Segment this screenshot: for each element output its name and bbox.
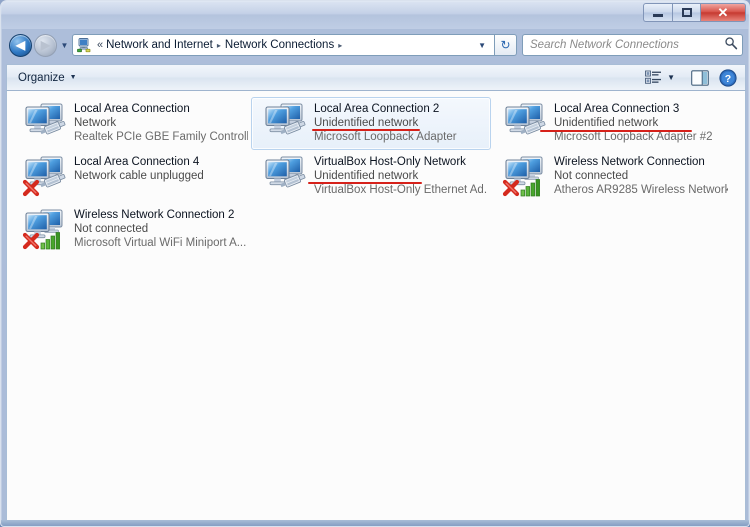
connection-name: Wireless Network Connection 2 <box>74 209 235 221</box>
back-arrow-icon: ◀ <box>15 38 26 52</box>
connection-name: Local Area Connection 3 <box>554 103 680 115</box>
network-adapter-unplugged-icon <box>22 154 70 200</box>
explorer-window: ✕ ◀ ▶ ▼ « Network and Internet ▸ Network… <box>0 0 750 527</box>
back-button[interactable]: ◀ <box>9 33 32 57</box>
recent-pages-button[interactable]: ▼ <box>58 41 71 50</box>
connection-item[interactable]: VirtualBox Host-Only Network Unidentified… <box>251 150 491 203</box>
breadcrumb-item-network-and-internet[interactable]: Network and Internet <box>106 39 213 51</box>
connection-labels: Local Area Connection 3 Unidentified netw… <box>540 101 728 144</box>
search-icon <box>724 36 738 55</box>
breadcrumb-leading-chevrons: « <box>97 39 104 51</box>
forward-button[interactable]: ▶ <box>34 33 57 57</box>
connection-name: Local Area Connection 4 <box>74 156 200 168</box>
search-placeholder: Search Network Connections <box>530 39 679 51</box>
network-adapter-icon <box>502 101 550 147</box>
connection-labels: Local Area Connection 4 Network cable unp… <box>74 154 248 183</box>
maximize-icon <box>681 8 692 17</box>
connection-device: Realtek PCIe GBE Family Controller <box>74 131 248 143</box>
connection-device: Atheros AR9285 Wireless Network... <box>554 184 728 196</box>
breadcrumb-arrow-icon-2[interactable]: ▸ <box>334 41 346 50</box>
connection-labels: Local Area Connection 2 Unidentified netw… <box>312 101 488 144</box>
window-titlebar[interactable]: ✕ <box>1 1 749 29</box>
close-button[interactable]: ✕ <box>701 3 746 22</box>
breadcrumb-arrow-icon[interactable]: ▸ <box>213 41 225 50</box>
connections-list-view[interactable]: Local Area Connection Network Realtek PCIe… <box>6 91 746 521</box>
help-button[interactable]: ? <box>719 68 737 87</box>
connection-device: VirtualBox Host-Only Ethernet Ad... <box>314 184 488 196</box>
maximize-button[interactable] <box>672 3 701 22</box>
search-input[interactable]: Search Network Connections <box>522 34 743 56</box>
organize-label: Organize <box>18 71 65 84</box>
connection-status: Unidentified network <box>314 117 419 129</box>
connection-labels: VirtualBox Host-Only Network Unidentified… <box>308 154 488 197</box>
preview-pane-icon <box>691 69 709 86</box>
connection-name: Local Area Connection 2 <box>314 103 440 115</box>
network-adapter-icon <box>262 101 310 147</box>
address-bar-row: ◀ ▶ ▼ « Network and Internet ▸ Network C… <box>1 29 749 61</box>
connection-name: Local Area Connection <box>74 103 190 115</box>
breadcrumb[interactable]: « Network and Internet ▸ Network Connect… <box>72 34 495 56</box>
address-dropdown-button[interactable]: ▼ <box>478 41 491 50</box>
minimize-icon <box>653 13 663 17</box>
connection-item[interactable]: Local Area Connection 2 Unidentified netw… <box>251 97 491 150</box>
breadcrumb-item-network-connections[interactable]: Network Connections <box>225 39 334 51</box>
chevron-down-icon: ▼ <box>60 40 69 50</box>
change-view-button[interactable]: ▼ <box>641 68 679 87</box>
connection-item[interactable]: Local Area Connection 4 Network cable unp… <box>11 150 251 203</box>
help-icon: ? <box>719 68 737 87</box>
organize-button[interactable]: Organize ▼ <box>13 70 82 86</box>
wireless-adapter-disconnected-icon <box>502 154 550 200</box>
close-icon: ✕ <box>717 5 729 20</box>
network-adapter-icon <box>262 154 310 200</box>
preview-pane-button[interactable] <box>691 69 709 86</box>
connection-status: Unidentified network <box>314 170 419 182</box>
minimize-button[interactable] <box>643 3 672 22</box>
connection-labels: Local Area Connection Network Realtek PCIe… <box>74 101 248 144</box>
window-controls: ✕ <box>643 3 746 22</box>
connection-item[interactable]: Wireless Network Connection 2 Not connect… <box>11 203 251 256</box>
connection-device: Microsoft Virtual WiFi Miniport A... <box>74 237 247 249</box>
connection-status: Network cable unplugged <box>74 170 204 182</box>
chevron-down-icon-views: ▼ <box>667 73 675 82</box>
connection-labels: Wireless Network Connection 2 Not connect… <box>74 207 248 250</box>
refresh-button[interactable]: ↻ <box>495 34 517 56</box>
desktop-background: ✕ ◀ ▶ ▼ « Network and Internet ▸ Network… <box>0 0 750 527</box>
refresh-icon: ↻ <box>500 38 511 52</box>
connections-grid: Local Area Connection Network Realtek PCIe… <box>7 91 745 262</box>
network-folder-icon <box>76 37 92 53</box>
connection-status: Not connected <box>554 170 629 182</box>
connection-device: Microsoft Loopback Adapter <box>314 131 457 143</box>
view-list-icon <box>645 70 662 85</box>
window-bottom-border <box>1 520 749 526</box>
connection-name: VirtualBox Host-Only Network <box>314 156 466 168</box>
command-toolbar: Organize ▼ ▼ ? <box>6 64 746 91</box>
wireless-adapter-disconnected-icon <box>22 207 70 253</box>
svg-text:?: ? <box>725 73 731 85</box>
connection-status: Unidentified network <box>554 117 659 129</box>
forward-arrow-icon: ▶ <box>40 38 51 52</box>
network-adapter-icon <box>22 101 70 147</box>
connection-item[interactable]: Wireless Network Connection Not connected… <box>491 150 731 203</box>
connection-labels: Wireless Network Connection Not connected… <box>554 154 728 197</box>
connection-item[interactable]: Local Area Connection 3 Unidentified netw… <box>491 97 731 150</box>
connection-status: Network <box>74 117 117 129</box>
connection-item[interactable]: Local Area Connection Network Realtek PCIe… <box>11 97 251 150</box>
chevron-down-icon: ▼ <box>69 74 77 81</box>
connection-name: Wireless Network Connection <box>554 156 705 168</box>
connection-status: Not connected <box>74 223 149 235</box>
connection-device: Microsoft Loopback Adapter #2 <box>554 131 713 143</box>
